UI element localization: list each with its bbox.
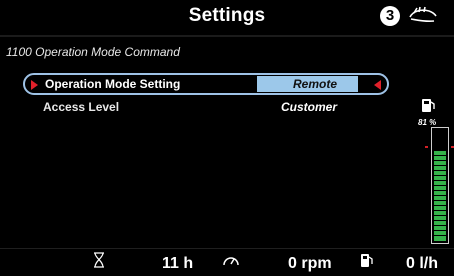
gauge-segment-divider bbox=[434, 185, 446, 186]
fuel-level-fill bbox=[434, 151, 446, 241]
gauge-segment-divider bbox=[434, 180, 446, 181]
fuel-pump-icon bbox=[422, 99, 435, 112]
gauge-segment-divider bbox=[434, 205, 446, 206]
gauge-segment-divider bbox=[434, 200, 446, 201]
gauge-segment-divider bbox=[434, 230, 446, 231]
fuel-consumption-rate: 0 l/h bbox=[406, 255, 439, 272]
gauge-segment-divider bbox=[434, 155, 446, 156]
selection-arrow-right-icon bbox=[31, 80, 38, 90]
section-title: 1100 Operation Mode Command bbox=[6, 45, 180, 59]
gauge-segment-divider bbox=[434, 165, 446, 166]
operation-mode-setting-row[interactable]: Operation Mode Setting Remote bbox=[23, 73, 389, 95]
selection-arrow-left-icon[interactable] bbox=[374, 80, 381, 90]
gauge-marker-left bbox=[425, 146, 428, 148]
fuel-level-gauge bbox=[431, 127, 449, 244]
gauge-segment-divider bbox=[434, 210, 446, 211]
gauge-segment-divider bbox=[434, 235, 446, 236]
gauge-segment-divider bbox=[434, 220, 446, 221]
gauge-segment-divider bbox=[434, 195, 446, 196]
operation-mode-setting-value[interactable]: Remote bbox=[293, 77, 337, 91]
header-divider bbox=[0, 35, 454, 37]
engine-rpm: 0 rpm bbox=[288, 255, 332, 272]
engine-hours: 11 h bbox=[162, 255, 194, 272]
gauge-segment-divider bbox=[434, 190, 446, 191]
hand-icon[interactable] bbox=[407, 5, 439, 27]
access-level-label: Access Level bbox=[43, 100, 120, 114]
fuel-percent: 81 % bbox=[418, 118, 437, 127]
gauge-segment-divider bbox=[434, 215, 446, 216]
gauge-segment-divider bbox=[434, 175, 446, 176]
gauge-segment-divider bbox=[434, 160, 446, 161]
gauge-segment-divider bbox=[434, 225, 446, 226]
access-level-value: Customer bbox=[281, 100, 338, 114]
gauge-segment-divider bbox=[434, 170, 446, 171]
fuel-pump-icon bbox=[361, 254, 373, 267]
hourglass-icon bbox=[94, 252, 104, 268]
speedometer-icon bbox=[223, 257, 239, 266]
operation-mode-setting-label: Operation Mode Setting bbox=[45, 77, 181, 91]
step-badge: 3 bbox=[380, 6, 400, 26]
access-level-row[interactable]: Access Level Customer bbox=[23, 100, 389, 122]
